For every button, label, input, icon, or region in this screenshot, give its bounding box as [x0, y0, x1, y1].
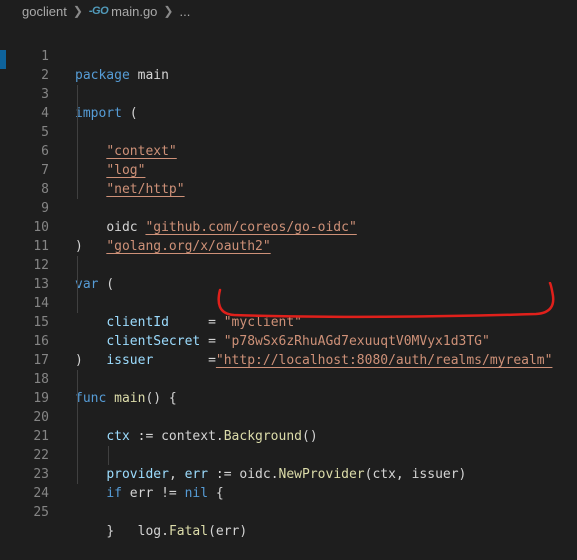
code-line: 25 [0, 484, 577, 520]
indent-guide [77, 370, 78, 389]
code-line: 7 [0, 142, 577, 178]
indent-guide [77, 85, 78, 104]
breadcrumb: goclient ❯ -GO main.go ❯ ... [0, 0, 577, 22]
code-line: 21 provider, err := oidc.NewProvider(ctx… [0, 408, 577, 482]
code-text: log. [137, 524, 169, 539]
indent-guide [77, 294, 78, 313]
code-line: 6 "net/http" [0, 123, 577, 197]
code-line: 11 [0, 218, 577, 254]
code-line: 24 } [0, 465, 577, 539]
code-line: 22 if err != nil { [0, 427, 577, 501]
code-line: 12 var ( [0, 237, 577, 292]
indent-guide [77, 123, 78, 142]
breadcrumb-folder[interactable]: goclient [22, 4, 67, 19]
code-line: 23 log.Fatal(err) [0, 446, 577, 539]
breadcrumb-file[interactable]: main.go [111, 4, 157, 19]
code-line: 8 oidc "github.com/coreos/go-oidc" [0, 161, 577, 235]
indent-guide [108, 446, 109, 465]
code-line: 2 [0, 47, 577, 83]
code-line: 16 ) [0, 313, 577, 368]
code-line: 10 ) [0, 199, 577, 254]
indent-guide [77, 427, 78, 446]
indent-guide [77, 180, 78, 199]
function-name: Fatal [168, 524, 209, 539]
code-line: 13 clientId = "myclient" [0, 256, 577, 330]
code-line: 3 import ( [0, 66, 577, 121]
code-line: 20 [0, 389, 577, 425]
indent-guide [77, 142, 78, 161]
chevron-right-icon: ❯ [72, 4, 83, 18]
indent-guide [77, 408, 78, 427]
code-line: 14 clientSecret = "p78wSx6zRhuAGd7exuuqt… [0, 275, 577, 349]
code-line: 17 [0, 332, 577, 368]
code-line: 18 func main() { [0, 351, 577, 406]
chevron-right-icon: ❯ [163, 4, 174, 18]
code-line: 15 issuer ="http://localhost:8080/auth/r… [0, 294, 577, 368]
code-text: (err) [208, 524, 248, 539]
breadcrumb-more[interactable]: ... [179, 4, 190, 19]
code-line: 1 package main [0, 28, 577, 83]
code-text: } [106, 524, 115, 539]
indent-guide [77, 389, 78, 408]
code-line: 9 "golang.org/x/oauth2" [0, 180, 577, 254]
indent-guide [77, 275, 78, 294]
indent-guide [77, 446, 78, 465]
code-line: 4 "context" [0, 85, 577, 159]
line-number: 25 [33, 505, 49, 520]
code-line: 5 "log" [0, 104, 577, 178]
go-file-icon: -GO [88, 5, 109, 17]
code-editor[interactable]: 1 package main 2 3 import ( 4 "context" … [0, 28, 577, 539]
indent-guide [77, 256, 78, 275]
code-line: 19 ctx := context.Background() [0, 370, 577, 444]
indent-guide [77, 161, 78, 180]
indent-guide [77, 104, 78, 123]
indent-guide [77, 465, 78, 484]
